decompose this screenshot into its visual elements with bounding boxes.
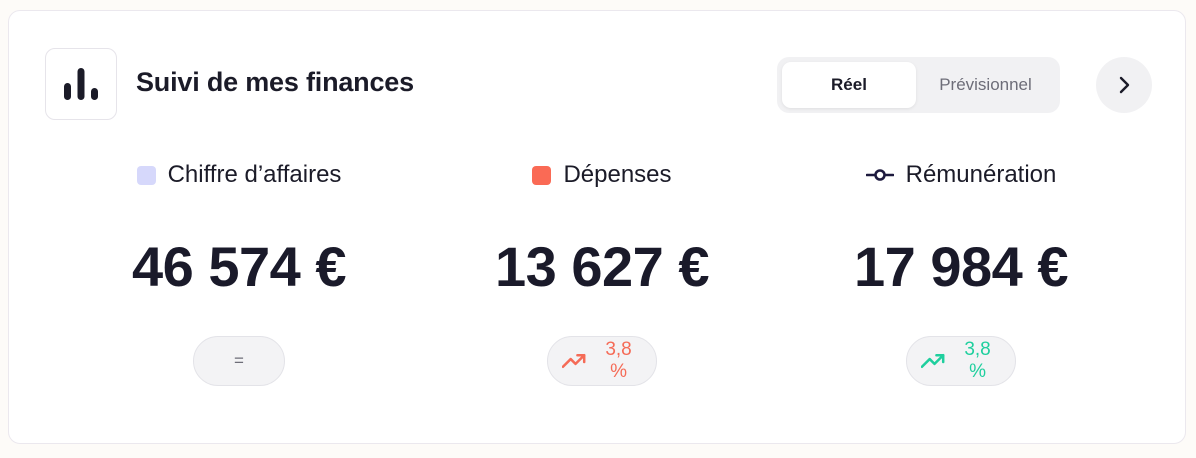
metric-label: Chiffre d’affaires xyxy=(167,161,342,188)
next-button[interactable] xyxy=(1096,57,1152,113)
chevron-right-icon xyxy=(1119,76,1130,94)
trend-badge: 3,8 % xyxy=(547,336,657,386)
trend-badge: 3,8 % xyxy=(906,336,1016,386)
metric-value: 13 627 € xyxy=(495,235,709,298)
toggle-option-previsionnel[interactable]: Prévisionnel xyxy=(916,62,1055,108)
square-swatch-icon xyxy=(532,165,552,185)
metric-label: Dépenses xyxy=(563,161,672,188)
metric-remuneration: Rémunération 17 984 € 3,8 % xyxy=(791,151,1131,386)
line-marker-icon xyxy=(865,169,894,181)
trend-text: 3,8 % xyxy=(605,339,632,382)
bar-chart-icon xyxy=(45,48,117,120)
metric-chiffre-affaires: Chiffre d’affaires 46 574 € = xyxy=(69,151,409,386)
trend-text: = xyxy=(234,351,244,370)
trending-up-icon xyxy=(562,353,586,369)
metric-value: 46 574 € xyxy=(132,235,346,298)
mode-toggle[interactable]: Réel Prévisionnel xyxy=(777,57,1060,113)
trend-text: 3,8 % xyxy=(964,339,991,382)
card-title: Suivi de mes finances xyxy=(136,67,414,97)
metric-label: Rémunération xyxy=(905,161,1057,188)
square-swatch-icon xyxy=(136,165,156,185)
finance-summary-card: Suivi de mes finances Réel Prévisionnel … xyxy=(8,10,1186,444)
toggle-option-reel[interactable]: Réel xyxy=(782,62,916,108)
trending-up-icon xyxy=(921,353,945,369)
trend-badge: = xyxy=(193,336,285,386)
metric-depenses: Dépenses 13 627 € 3,8 % xyxy=(432,151,772,386)
metric-value: 17 984 € xyxy=(854,235,1068,298)
